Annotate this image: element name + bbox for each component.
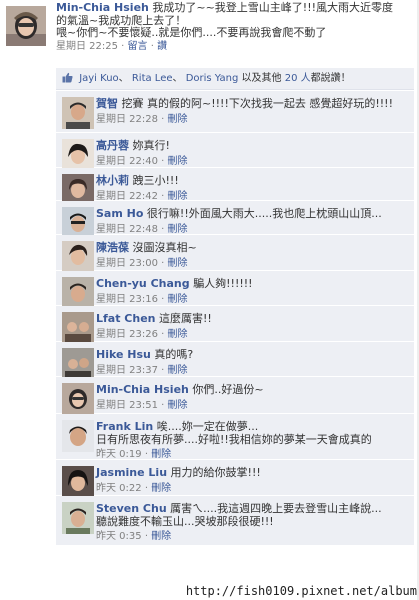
commenter-avatar-icon[interactable] bbox=[62, 139, 94, 171]
delete-link[interactable]: 刪除 bbox=[151, 531, 171, 542]
commenter-avatar-icon[interactable] bbox=[62, 383, 94, 415]
liker-link[interactable]: Jayi Kuo bbox=[79, 73, 118, 84]
delete-link[interactable]: 刪除 bbox=[168, 258, 188, 269]
comment-author-link[interactable]: Frank Lin bbox=[96, 420, 153, 433]
comment-author-link[interactable]: 高丹蓉 bbox=[96, 139, 129, 152]
delete-link[interactable]: 刪除 bbox=[151, 449, 171, 460]
comment-item: 陳浩葆 沒圖沒真相~ 星期日 23:00 · 刪除 bbox=[56, 235, 414, 273]
comment-text: 很行嘛!!外面風大雨大.....我也爬上枕頭山山頂... bbox=[146, 207, 382, 220]
commenter-avatar-icon[interactable] bbox=[62, 97, 94, 129]
comment-time[interactable]: 星期日 22:28 bbox=[96, 114, 158, 125]
post-message-line3: 喂~你們~不要懷疑..就是你們....不要再說我會爬不動了 bbox=[56, 26, 327, 39]
comment-text: 你們..好過份~ bbox=[192, 383, 264, 396]
comment-item: Lfat Chen 這麼厲害!! 星期日 23:26 · 刪除 bbox=[56, 306, 414, 344]
comment-time[interactable]: 星期日 23:51 bbox=[96, 400, 158, 411]
likes-text: 以及其他 bbox=[241, 73, 282, 84]
delete-link[interactable]: 刪除 bbox=[151, 483, 171, 494]
user-avatar-icon[interactable] bbox=[6, 6, 46, 46]
post-timestamp[interactable]: 星期日 22:25 bbox=[56, 41, 118, 52]
comment-time[interactable]: 星期日 23:26 bbox=[96, 329, 158, 340]
comment-text: 騙人夠!!!!!! bbox=[193, 277, 253, 290]
comment-text: 用力的給你鼓掌!!! bbox=[170, 466, 261, 479]
comment-time[interactable]: 星期日 23:00 bbox=[96, 258, 158, 269]
comment-item: 高丹蓉 妳真行! 星期日 22:40 · 刪除 bbox=[56, 133, 414, 171]
thumbs-up-icon bbox=[62, 72, 73, 83]
comment-time[interactable]: 昨天 0:22 bbox=[96, 483, 142, 494]
comment-link[interactable]: 留言 bbox=[128, 41, 148, 52]
post-meta: 星期日 22:25 · 留言 · 讚 bbox=[56, 40, 168, 52]
comment-text: 唉....妳一定在做夢... bbox=[156, 420, 259, 433]
comment-item: Min-Chia Hsieh 你們..好過份~ 星期日 23:51 · 刪除 bbox=[56, 377, 414, 415]
comment-item: 林小莉 跩三小!!! 星期日 22:42 · 刪除 bbox=[56, 168, 414, 206]
delete-link[interactable]: 刪除 bbox=[168, 114, 188, 125]
comment-time[interactable]: 星期日 23:16 bbox=[96, 294, 158, 305]
post-message: 我成功了~~我登上雪山主峰了!!!風大雨大近零度 bbox=[152, 1, 394, 14]
commenter-avatar-icon[interactable] bbox=[62, 502, 94, 534]
likes-summary: Jayi Kuo、 Rita Lee、 Doris Yang 以及其他 20 人… bbox=[56, 68, 414, 90]
comment-text: 沒圖沒真相~ bbox=[132, 241, 197, 254]
comment-item: Sam Ho 很行嘛!!外面風大雨大.....我也爬上枕頭山山頂... 星期日 … bbox=[56, 201, 414, 239]
comment-item: Steven Chu 厲害ㄟ....我這週四晚上要去登雪山主峰說... 聽說難度… bbox=[56, 496, 414, 546]
comment-author-link[interactable]: Hike Hsu bbox=[96, 348, 151, 361]
delete-link[interactable]: 刪除 bbox=[168, 365, 188, 376]
comment-text: 厲害ㄟ....我這週四晚上要去登雪山主峰說... bbox=[170, 502, 382, 515]
comment-text-line2: 聽說難度不輸玉山...哭坡那段很硬!!! bbox=[96, 514, 274, 528]
commenter-avatar-icon[interactable] bbox=[62, 241, 94, 273]
delete-link[interactable]: 刪除 bbox=[168, 191, 188, 202]
commenter-avatar-icon[interactable] bbox=[62, 420, 94, 452]
comment-author-link[interactable]: 陳浩葆 bbox=[96, 241, 129, 254]
comment-author-link[interactable]: Chen-yu Chang bbox=[96, 277, 190, 290]
comment-list: 賀智 挖賽 真的假的阿~!!!!下次找我一起去 感覺超好玩的!!!! 星期日 2… bbox=[56, 91, 414, 546]
comment-item: Jasmine Liu 用力的給你鼓掌!!! 昨天 0:22 · 刪除 bbox=[56, 460, 414, 498]
delete-link[interactable]: 刪除 bbox=[168, 156, 188, 167]
comment-time[interactable]: 星期日 22:42 bbox=[96, 191, 158, 202]
post-author-link[interactable]: Min-Chia Hsieh bbox=[56, 1, 149, 14]
status-post: Min-Chia Hsieh 我成功了~~我登上雪山主峰了!!!風大雨大近零度 … bbox=[0, 0, 419, 68]
commenter-avatar-icon[interactable] bbox=[62, 312, 94, 344]
likes-suffix: 都說讚！ bbox=[310, 73, 351, 84]
commenter-avatar-icon[interactable] bbox=[62, 277, 94, 309]
comment-author-link[interactable]: Jasmine Liu bbox=[96, 466, 167, 479]
comment-author-link[interactable]: Min-Chia Hsieh bbox=[96, 383, 189, 396]
comment-text: 這麼厲害!! bbox=[159, 312, 212, 325]
commenter-avatar-icon[interactable] bbox=[62, 348, 94, 380]
comment-item: 賀智 挖賽 真的假的阿~!!!!下次找我一起去 感覺超好玩的!!!! 星期日 2… bbox=[56, 91, 414, 133]
comment-text: 真的嗎? bbox=[154, 348, 194, 361]
comment-author-link[interactable]: Steven Chu bbox=[96, 502, 167, 515]
comment-text: 跩三小!!! bbox=[132, 174, 179, 187]
comment-item: Hike Hsu 真的嗎? 星期日 23:37 · 刪除 bbox=[56, 342, 414, 380]
comment-item: Chen-yu Chang 騙人夠!!!!!! 星期日 23:16 · 刪除 bbox=[56, 271, 414, 309]
comment-time[interactable]: 昨天 0:19 bbox=[96, 449, 142, 460]
delete-link[interactable]: 刪除 bbox=[168, 294, 188, 305]
post-message-line2: 的氣溫~我成功爬上去了！ bbox=[56, 13, 187, 27]
liker-link[interactable]: Rita Lee bbox=[132, 73, 173, 84]
comment-text-line2: 日有所思夜有所夢....好啦!!我相信妳的夢某一天會成真的 bbox=[96, 432, 372, 446]
likes-others-link[interactable]: 20 人 bbox=[285, 73, 311, 84]
comment-time[interactable]: 昨天 0:35 bbox=[96, 531, 142, 542]
like-link[interactable]: 讚 bbox=[157, 41, 167, 52]
delete-link[interactable]: 刪除 bbox=[168, 329, 188, 340]
comment-author-link[interactable]: Lfat Chen bbox=[96, 312, 156, 325]
comment-time[interactable]: 星期日 23:37 bbox=[96, 365, 158, 376]
comment-author-link[interactable]: 賀智 bbox=[96, 97, 118, 110]
comment-time[interactable]: 星期日 22:40 bbox=[96, 156, 158, 167]
liker-link[interactable]: Doris Yang bbox=[186, 73, 239, 84]
comment-author-link[interactable]: Sam Ho bbox=[96, 207, 143, 220]
delete-link[interactable]: 刪除 bbox=[168, 224, 188, 235]
comment-time[interactable]: 星期日 22:48 bbox=[96, 224, 158, 235]
comment-item: Frank Lin 唉....妳一定在做夢... 日有所思夜有所夢....好啦!… bbox=[56, 414, 414, 460]
comment-author-link[interactable]: 林小莉 bbox=[96, 174, 129, 187]
comment-text: 挖賽 真的假的阿~!!!!下次找我一起去 感覺超好玩的!!!! bbox=[121, 97, 394, 110]
commenter-avatar-icon[interactable] bbox=[62, 466, 94, 498]
delete-link[interactable]: 刪除 bbox=[168, 400, 188, 411]
comment-text: 妳真行! bbox=[132, 139, 170, 152]
watermark: http://fish0109.pixnet.net/album bbox=[185, 584, 417, 598]
